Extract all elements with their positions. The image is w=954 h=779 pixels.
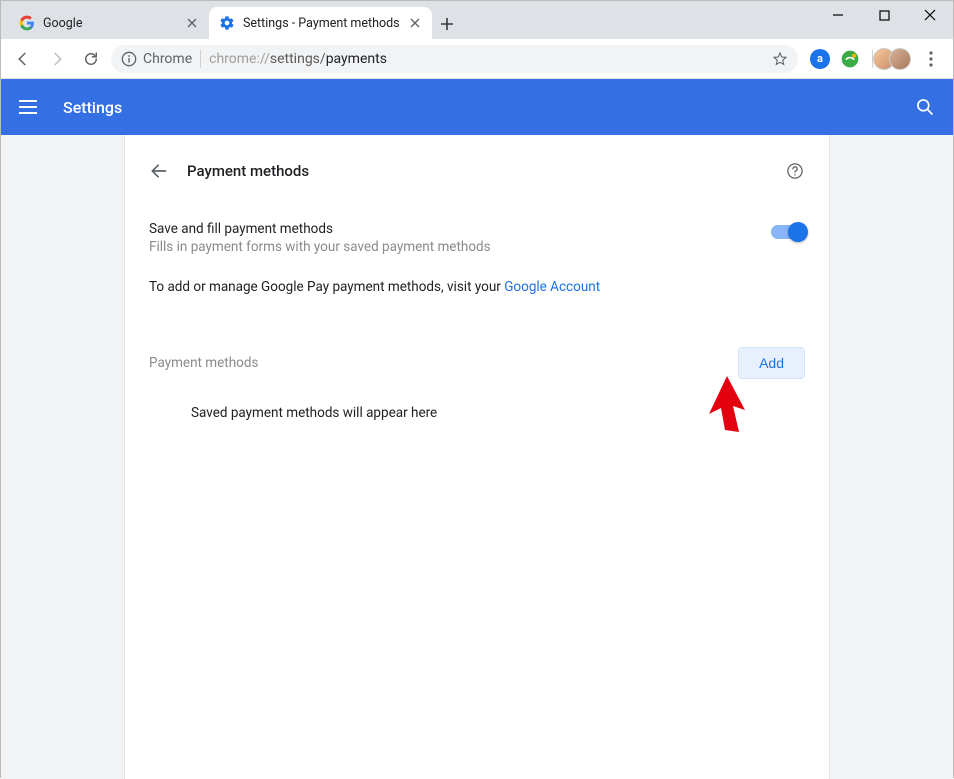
settings-card: Payment methods Save and fill payment me… (124, 135, 830, 779)
tab-close-icon[interactable] (185, 16, 199, 30)
window-titlebar: Google Settings - Payment methods (1, 1, 953, 39)
search-icon[interactable] (915, 97, 935, 117)
address-bar[interactable]: Chrome chrome://settings/payments (111, 45, 798, 73)
window-controls (815, 1, 953, 29)
save-fill-toggle[interactable] (771, 225, 805, 239)
minimize-button[interactable] (815, 1, 861, 29)
bookmark-star-icon[interactable] (772, 51, 788, 67)
chrome-menu-button[interactable] (917, 45, 945, 73)
tab-close-icon[interactable] (408, 16, 422, 30)
settings-favicon-icon (219, 15, 235, 31)
save-fill-subtitle: Fills in payment forms with your saved p… (149, 239, 491, 255)
payment-methods-label: Payment methods (149, 355, 258, 371)
settings-app-header: Settings (1, 79, 953, 135)
google-pay-note: To add or manage Google Pay payment meth… (149, 279, 805, 295)
site-info-label: Chrome (143, 51, 192, 67)
browser-toolbar: Chrome chrome://settings/payments a (1, 39, 953, 79)
save-fill-title: Save and fill payment methods (149, 221, 491, 237)
tab-strip: Google Settings - Payment methods (1, 1, 462, 39)
back-button[interactable] (9, 45, 37, 73)
divider (200, 50, 201, 68)
google-favicon-icon (19, 15, 35, 31)
settings-header-title: Settings (63, 98, 122, 117)
payment-methods-empty-state: Saved payment methods will appear here (149, 405, 805, 421)
reload-button[interactable] (77, 45, 105, 73)
section-title: Payment methods (187, 162, 309, 180)
google-account-link[interactable]: Google Account (504, 279, 600, 295)
forward-button[interactable] (43, 45, 71, 73)
tab-title: Settings - Payment methods (243, 16, 400, 31)
url-text: chrome://settings/payments (209, 51, 764, 67)
extension-icon-2[interactable] (840, 49, 860, 69)
new-tab-button[interactable] (432, 9, 462, 39)
section-header: Payment methods (149, 161, 805, 181)
site-info-icon[interactable]: Chrome (121, 51, 192, 67)
profile-avatar[interactable] (879, 48, 911, 70)
payment-methods-subsection-header: Payment methods Add (149, 347, 805, 379)
extension-icon-1[interactable]: a (810, 49, 830, 69)
save-fill-setting-row: Save and fill payment methods Fills in p… (149, 221, 805, 255)
maximize-button[interactable] (861, 1, 907, 29)
help-icon[interactable] (785, 161, 805, 181)
section-back-arrow-icon[interactable] (149, 161, 169, 181)
tab-title: Google (43, 16, 177, 31)
menu-icon[interactable] (19, 95, 43, 119)
extension-icons: a (804, 49, 866, 69)
add-payment-method-button[interactable]: Add (738, 347, 805, 379)
close-window-button[interactable] (907, 1, 953, 29)
settings-content-area: Payment methods Save and fill payment me… (1, 135, 953, 779)
tab-settings-payments[interactable]: Settings - Payment methods (209, 7, 432, 39)
tab-google[interactable]: Google (9, 7, 209, 39)
